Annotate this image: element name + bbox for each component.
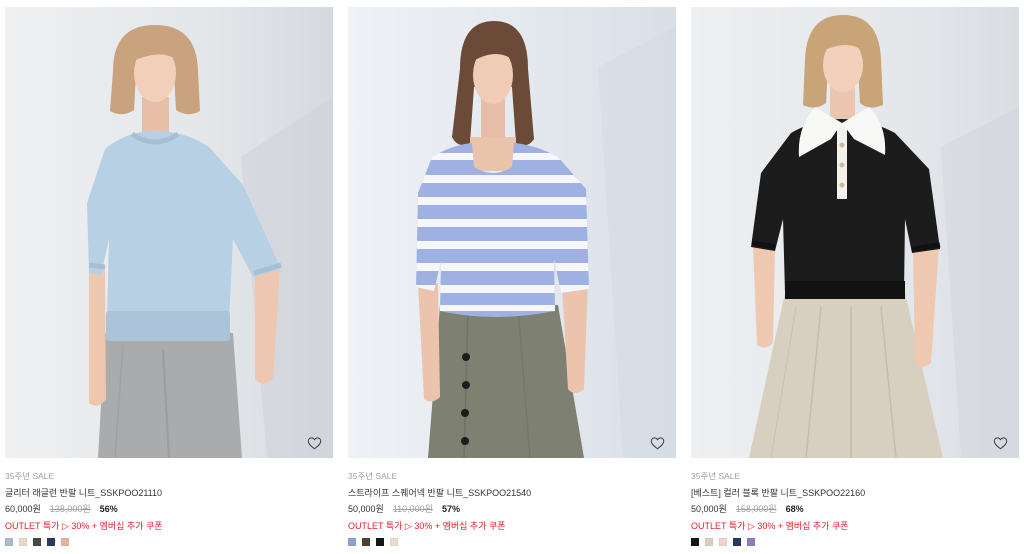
product-card: 35주년 SALE 글리터 래글런 반팔 니트_SSKPOO21110 60,0…: [5, 7, 333, 551]
discount-rate: 68%: [785, 504, 804, 514]
heart-icon[interactable]: [993, 436, 1008, 450]
model-photo: [5, 7, 333, 458]
product-image[interactable]: [348, 7, 676, 458]
product-card: 35주년 SALE [베스트] 컬러 블록 반팔 니트_SSKPOO22160 …: [691, 7, 1019, 551]
sale-price: 50,000원: [691, 504, 727, 514]
event-label: 35주년 SALE: [5, 471, 55, 481]
color-swatch[interactable]: [719, 538, 727, 547]
price-row: 50,000원 110,000원 57%: [348, 501, 676, 518]
skirt-buttons-shape: [461, 409, 469, 417]
product-image[interactable]: [691, 7, 1019, 458]
product-name[interactable]: 스트라이프 스퀘어넥 반팔 니트_SSKPOO21540: [348, 485, 676, 502]
promo-text: OUTLET 특가 ▷ 30% + 멤버십 추가 쿠폰: [348, 520, 506, 531]
wishlist-button[interactable]: [307, 436, 322, 450]
promo-text: OUTLET 특가 ▷ 30% + 멤버십 추가 쿠폰: [5, 520, 163, 531]
knit-top-shape: [785, 281, 905, 299]
knit-top-shape: [88, 262, 106, 270]
top-stripes-shape: [416, 175, 589, 183]
color-swatch[interactable]: [390, 538, 398, 547]
product-info: 35주년 SALE 글리터 래글런 반팔 니트_SSKPOO21110 60,0…: [5, 458, 333, 551]
color-swatches: [691, 534, 1019, 551]
wishlist-button[interactable]: [650, 436, 665, 450]
model-photo: [691, 7, 1019, 458]
skirt-shape: [428, 305, 584, 458]
heart-icon-outline: [993, 437, 1008, 450]
wishlist-button[interactable]: [993, 436, 1008, 450]
color-swatch[interactable]: [747, 538, 755, 547]
skirt-buttons-shape: [462, 353, 470, 361]
color-swatch[interactable]: [733, 538, 741, 547]
product-name[interactable]: 글리터 래글런 반팔 니트_SSKPOO21110: [5, 485, 333, 502]
event-label: 35주년 SALE: [691, 471, 741, 481]
color-swatch[interactable]: [61, 538, 69, 547]
top-stripes-shape: [416, 197, 589, 205]
color-swatches: [5, 534, 333, 551]
skirt-buttons-shape: [461, 437, 469, 445]
placket-buttons-shape: [839, 162, 845, 168]
knit-top-shape: [106, 311, 230, 341]
trousers: [98, 333, 242, 458]
product-info: 35주년 SALE [베스트] 컬러 블록 반팔 니트_SSKPOO22160 …: [691, 458, 1019, 551]
placket-buttons-shape: [839, 182, 845, 188]
model-photo: [348, 7, 676, 458]
product-info: 35주년 SALE 스트라이프 스퀘어넥 반팔 니트_SSKPOO21540 5…: [348, 458, 676, 551]
discount-rate: 56%: [99, 504, 118, 514]
skirt-buttons-shape: [462, 381, 470, 389]
skirt: [428, 305, 584, 458]
product-grid: 35주년 SALE 글리터 래글런 반팔 니트_SSKPOO21110 60,0…: [5, 7, 1019, 551]
color-swatch[interactable]: [47, 538, 55, 547]
color-swatches: [348, 534, 676, 551]
original-price: 110,000원: [392, 504, 433, 514]
top-stripes-shape: [416, 263, 589, 271]
placket-buttons-shape: [839, 142, 845, 148]
product-name[interactable]: [베스트] 컬러 블록 반팔 니트_SSKPOO22160: [691, 485, 1019, 502]
heart-icon[interactable]: [650, 436, 665, 450]
heart-icon[interactable]: [307, 436, 322, 450]
product-image[interactable]: [5, 7, 333, 458]
color-swatch[interactable]: [691, 538, 699, 547]
price-row: 50,000원 158,000원 68%: [691, 501, 1019, 518]
model-face: [473, 33, 515, 104]
color-swatch[interactable]: [5, 538, 13, 547]
promo-text: OUTLET 특가 ▷ 30% + 멤버십 추가 쿠폰: [691, 520, 849, 531]
price-row: 60,000원 138,000원 56%: [5, 501, 333, 518]
original-price: 158,000원: [735, 504, 777, 514]
top-stripes-shape: [416, 241, 589, 249]
event-label: 35주년 SALE: [348, 471, 398, 481]
color-swatch[interactable]: [33, 538, 41, 547]
top-stripes-shape: [416, 219, 589, 227]
sale-price: 50,000원: [348, 504, 384, 514]
polo-collar-shape: [837, 123, 847, 199]
heart-icon-outline: [307, 437, 322, 450]
color-swatch[interactable]: [376, 538, 384, 547]
color-swatch[interactable]: [19, 538, 27, 547]
original-price: 138,000원: [49, 504, 91, 514]
color-swatch[interactable]: [362, 538, 370, 547]
model-neck-shape: [470, 137, 516, 171]
heart-icon-outline: [650, 437, 665, 450]
sale-price: 60,000원: [5, 504, 41, 514]
color-swatch[interactable]: [705, 538, 713, 547]
model-arm-shape: [89, 269, 106, 406]
product-card: 35주년 SALE 스트라이프 스퀘어넥 반팔 니트_SSKPOO21540 5…: [348, 7, 676, 551]
color-swatch[interactable]: [348, 538, 356, 547]
discount-rate: 57%: [441, 504, 460, 514]
